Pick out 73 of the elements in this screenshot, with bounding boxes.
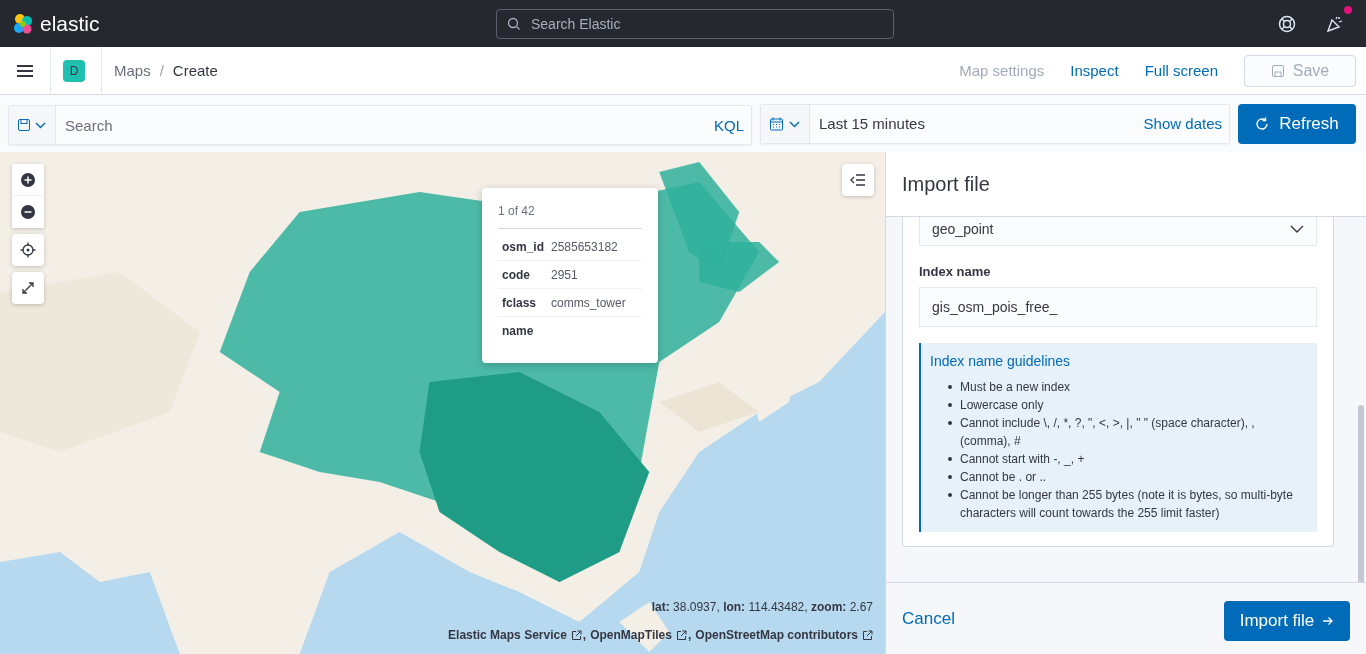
guideline-text: Cannot include \, /, *, ?, ", <, >, |, " " (space character), , (comma), # — [960, 415, 1256, 450]
external-link-icon — [675, 629, 687, 641]
menu-icon[interactable] — [16, 63, 34, 78]
scrollbar[interactable] — [1358, 405, 1364, 582]
index-name-field[interactable]: gis_osm_pois_free_ — [919, 287, 1317, 327]
pager-text: 1 of 42 — [498, 204, 642, 229]
breadcrumb-separator: / — [159, 62, 164, 79]
show-dates-link[interactable]: Show dates — [1143, 115, 1229, 132]
bullet-icon — [948, 475, 952, 479]
logo-icon — [12, 12, 34, 35]
field-value: 2585653182 — [551, 239, 618, 254]
breadcrumb-link[interactable]: Maps — [114, 62, 151, 79]
cancel-link[interactable]: Cancel — [902, 608, 955, 629]
guideline-text: Cannot start with -, _, + — [960, 451, 1085, 468]
space-avatar[interactable]: D — [63, 59, 85, 82]
layer-panel-toggle[interactable] — [842, 164, 874, 196]
help-icon[interactable] — [1278, 14, 1296, 33]
attribution-link[interactable]: OpenStreetMap contributors — [695, 628, 858, 642]
search-icon — [507, 16, 521, 31]
coordinates-text: lat: 38.0937, lon: 114.43482, zoom: 2.67 — [651, 600, 873, 614]
external-link-icon — [570, 629, 582, 641]
expand-icon — [20, 280, 36, 296]
header-link[interactable]: Inspect — [1070, 62, 1119, 79]
field-label: Index name — [919, 264, 992, 279]
logo-text: elastic — [40, 11, 100, 36]
breadcrumb-link[interactable]: Create — [172, 62, 218, 79]
attribution-link[interactable]: OpenMapTiles — [590, 628, 672, 642]
saved-query-button[interactable] — [9, 106, 56, 144]
zoom-in-button[interactable] — [12, 164, 44, 196]
bullet-icon — [948, 403, 952, 407]
bullet-icon — [948, 493, 952, 497]
calendar-icon — [769, 116, 801, 131]
bullet-icon — [948, 385, 952, 389]
header-link[interactable]: Full screen — [1144, 62, 1218, 79]
bullet-icon — [948, 421, 952, 425]
party-icon[interactable] — [1326, 14, 1344, 33]
query-field[interactable]: Search — [56, 115, 714, 135]
external-link-icon — [862, 629, 873, 641]
field-name: osm_id — [502, 239, 545, 254]
collapse-icon — [850, 174, 866, 186]
query-bar[interactable]: Search KQL — [8, 105, 752, 145]
minus-icon — [20, 204, 36, 220]
guideline-text: Must be a new index — [960, 379, 1071, 396]
field-value: comms_tower — [551, 295, 626, 310]
geo-type-select[interactable]: geo_point — [919, 217, 1317, 246]
guideline-text: Cannot be longer than 255 bytes (note it is bytes, so multi-byte characters will count towards the 255 limit faster) — [960, 487, 1294, 522]
field-name: fclass — [502, 295, 538, 310]
attribution-separator: , — [582, 628, 587, 642]
attribution-link[interactable]: Elastic Maps Service — [448, 628, 567, 642]
chevron-down-icon — [1290, 225, 1304, 233]
fullscreen-button[interactable] — [12, 272, 44, 304]
crosshair-icon — [20, 242, 36, 258]
date-quick-menu-button[interactable] — [761, 104, 810, 143]
zoom-out-button[interactable] — [12, 196, 44, 228]
callout-title: Index name guidelines — [930, 353, 1072, 369]
refresh-icon — [1255, 116, 1270, 131]
field-name: code — [502, 267, 531, 282]
save-icon — [17, 118, 47, 132]
refresh-button[interactable]: Refresh — [1238, 103, 1356, 144]
plus-icon — [20, 172, 36, 188]
attribution-separator: , — [687, 628, 692, 642]
import-button[interactable]: Import file — [1224, 600, 1350, 641]
arrow-right-icon — [1322, 615, 1335, 626]
language-link[interactable]: KQL — [714, 116, 751, 134]
field-value: 2951 — [551, 267, 578, 282]
bullet-icon — [948, 457, 952, 461]
time-picker[interactable]: Last 15 minutes Show dates — [760, 103, 1230, 144]
save-icon — [1270, 63, 1285, 78]
locate-button[interactable] — [12, 234, 44, 266]
time-range-text: Last 15 minutes — [818, 115, 926, 132]
guideline-text: Lowercase only — [960, 397, 1044, 414]
field-name: name — [502, 323, 535, 338]
guideline-text: Cannot be . or .. — [960, 469, 1047, 486]
